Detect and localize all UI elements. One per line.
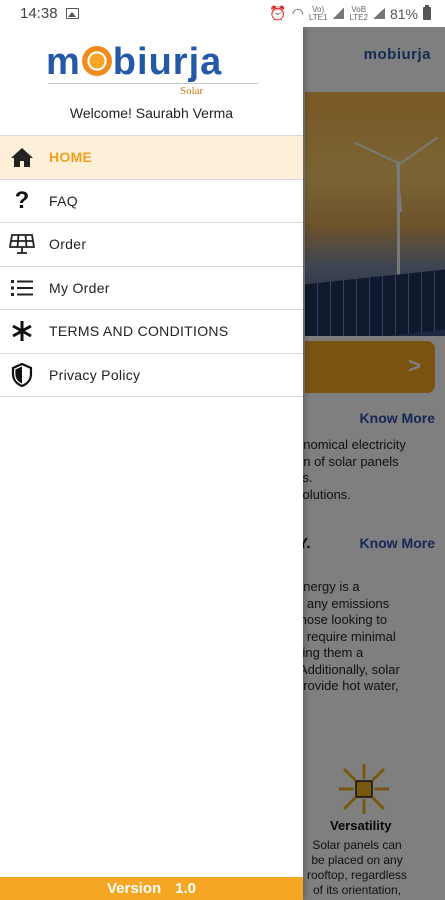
version-number: 1.0 <box>175 880 197 897</box>
menu-label-terms: TERMS AND CONDITIONS <box>49 323 229 340</box>
signal-1-icon <box>332 8 345 19</box>
menu-item-faq[interactable]: ? FAQ <box>0 180 303 223</box>
solar-panel-icon <box>8 232 36 256</box>
brand-subtitle: Solar <box>180 85 204 97</box>
signal-2-icon <box>372 8 385 19</box>
brand-logo: m biurja <box>46 41 223 83</box>
menu-label-order: Order <box>49 236 87 253</box>
logo-divider <box>48 83 258 84</box>
gallery-notification-icon <box>65 8 79 19</box>
welcome-text: Welcome! Saurabh Verma <box>69 105 234 121</box>
menu-item-privacy[interactable]: Privacy Policy <box>0 354 303 397</box>
lte2-label: VoB LTE2 <box>349 4 368 22</box>
version-bar: Version 1.0 <box>0 877 303 900</box>
question-icon: ? <box>14 186 30 214</box>
shield-icon <box>8 362 36 387</box>
menu-item-home[interactable]: HOME <box>0 136 303 180</box>
menu-label-home: HOME <box>49 149 93 166</box>
home-icon <box>8 145 36 169</box>
sun-logo-icon <box>81 46 112 76</box>
menu-label-privacy: Privacy Policy <box>49 366 141 383</box>
drawer-header: mbiurja mobiurja Solar Welcome! Saurabh … <box>0 27 303 135</box>
asterisk-icon <box>8 319 36 343</box>
wifi-icon: ◠ <box>291 5 304 21</box>
battery-percent: 81% <box>389 5 418 22</box>
menu-label-faq: FAQ <box>49 192 78 209</box>
status-bar: 14:38 ⏰ ◠ Vo) LTE1 VoB LTE2 81% <box>0 0 445 27</box>
alarm-icon: ⏰ <box>269 5 287 21</box>
menu-label-my-order: My Order <box>49 279 110 296</box>
menu-item-order[interactable]: Order <box>0 223 303 267</box>
navigation-drawer: mbiurja mobiurja Solar Welcome! Saurabh … <box>0 27 303 900</box>
version-label: Version <box>106 880 162 897</box>
status-time: 14:38 <box>20 5 58 22</box>
lte1-label: Vo) LTE1 <box>308 4 328 22</box>
list-icon <box>8 276 36 300</box>
drawer-menu: HOME ? FAQ Order My Order TERMS AND COND… <box>0 135 303 397</box>
menu-item-my-order[interactable]: My Order <box>0 267 303 310</box>
menu-item-terms[interactable]: TERMS AND CONDITIONS <box>0 310 303 354</box>
battery-icon <box>423 5 431 20</box>
